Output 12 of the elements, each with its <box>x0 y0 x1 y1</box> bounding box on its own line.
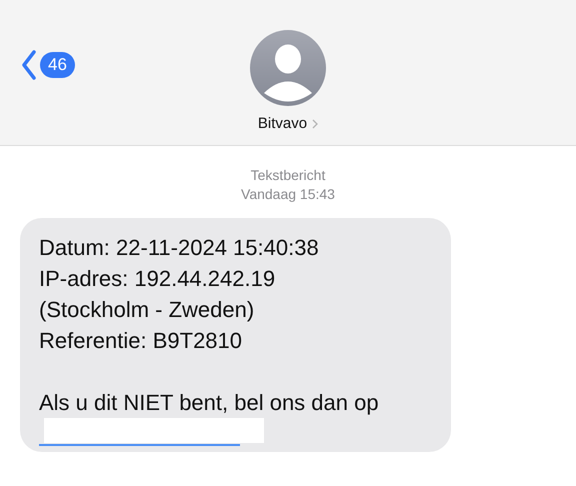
back-chevron-icon[interactable] <box>21 50 37 80</box>
unread-count-badge[interactable]: 46 <box>40 52 75 78</box>
contact-name[interactable]: Bitvavo <box>258 115 308 132</box>
chevron-right-icon <box>312 118 318 128</box>
message-type-label: Tekstbericht <box>250 166 326 185</box>
message-line: IP-adres: 192.44.242.19 <box>39 265 276 293</box>
message-line: Referentie: B9T2810 <box>39 327 242 355</box>
message-line: Datum: 22-11-2024 15:40:38 <box>39 234 319 262</box>
message-line: (Stockholm - Zweden) <box>39 296 254 324</box>
message-time: Vandaag 15:43 <box>241 185 335 204</box>
contact-avatar-icon[interactable] <box>250 30 326 106</box>
message-line: Als u dit NIET bent, bel ons dan op <box>39 389 379 417</box>
